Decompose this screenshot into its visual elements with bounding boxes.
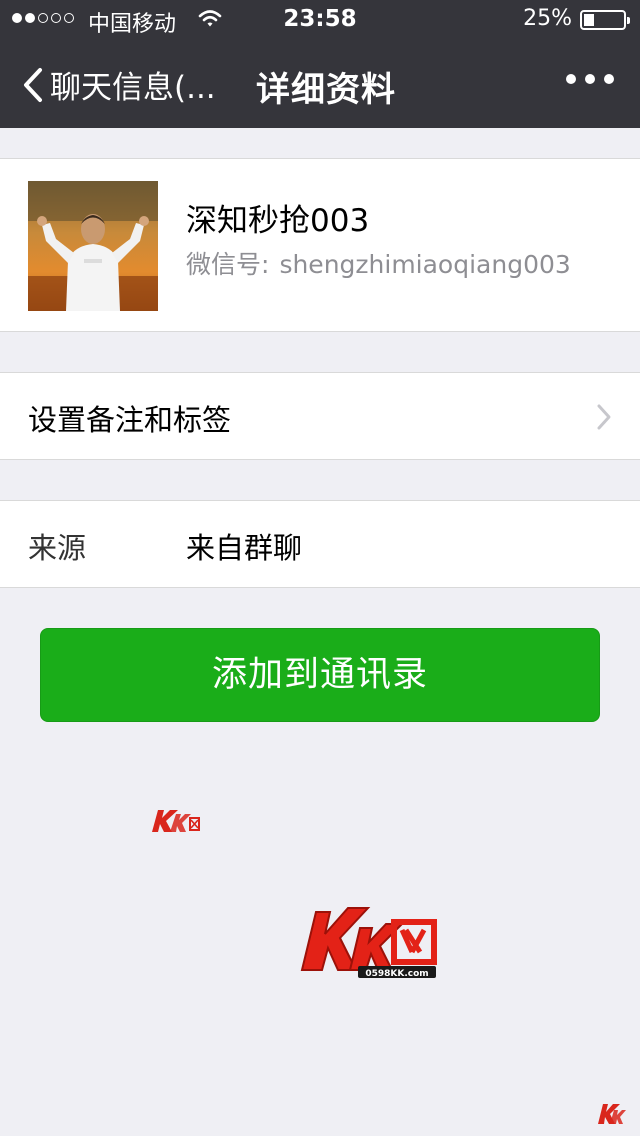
wechat-id-label: 微信号: [186, 250, 270, 279]
more-dot-icon [604, 74, 614, 84]
wechat-id-value: shengzhimiaoqiang003 [279, 250, 571, 279]
avatar-photo [28, 181, 158, 311]
avatar[interactable] [28, 181, 158, 311]
more-options-button[interactable] [566, 74, 614, 84]
profile-name: 深知秒抢003 [186, 203, 370, 239]
add-to-contacts-button[interactable]: 添加到通讯录 [40, 628, 600, 722]
watermark-logo [152, 810, 200, 832]
status-bar: 中国移动 23:58 25% [0, 0, 640, 40]
remark-and-tags-row[interactable]: 设置备注和标签 [0, 372, 640, 460]
back-label: 聊天信息(... [50, 70, 216, 106]
watermark-logo [598, 1104, 626, 1124]
top-bar: 中国移动 23:58 25% 聊天信息(... 详细资料 [0, 0, 640, 128]
chevron-left-icon [24, 67, 42, 102]
more-dot-icon [566, 74, 576, 84]
more-dot-icon [585, 74, 595, 84]
back-button[interactable]: 聊天信息(... [20, 62, 216, 107]
source-row: 来源 来自群聊 [0, 500, 640, 588]
page-title: 详细资料 [256, 70, 396, 110]
remark-and-tags-label: 设置备注和标签 [28, 403, 232, 437]
chevron-right-icon [597, 404, 611, 430]
source-value: 来自群聊 [186, 531, 303, 565]
battery-fill [584, 14, 594, 26]
source-label: 来源 [28, 531, 87, 565]
profile-card: 深知秒抢003 微信号: shengzhimiaoqiang003 [0, 158, 640, 332]
wechat-id-line: 微信号: shengzhimiaoqiang003 [186, 245, 571, 281]
watermark-url: 0598KK.com [365, 969, 428, 979]
watermark-logo: 0598KK.com [300, 907, 437, 979]
battery-icon [580, 10, 630, 30]
battery-percent: 25% [523, 6, 572, 31]
